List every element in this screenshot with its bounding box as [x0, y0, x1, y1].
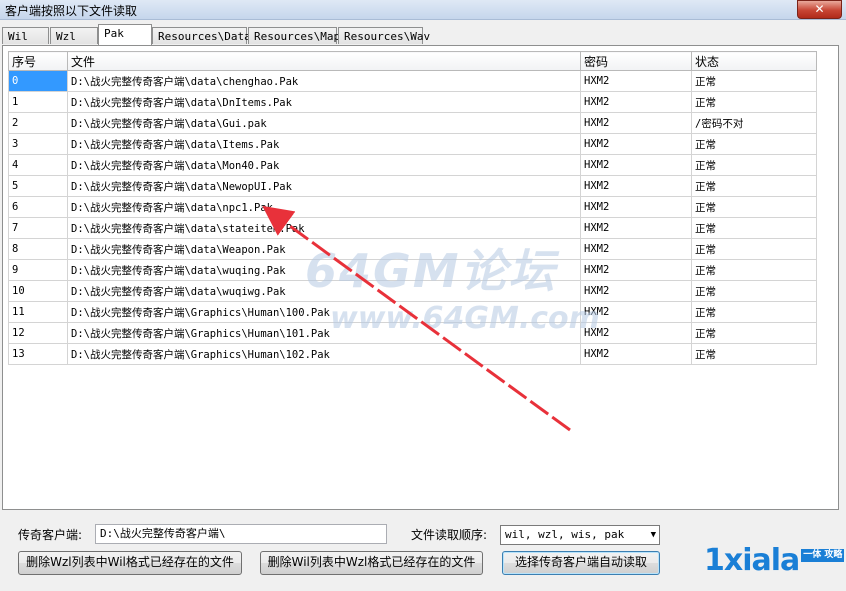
cell-index[interactable]: 9 — [8, 259, 68, 281]
table-row[interactable]: 12 D:\战火完整传奇客户端\Graphics\Human\101.Pak HXM… — [8, 322, 817, 344]
client-path-input[interactable]: D:\战火完整传奇客户端\ — [95, 524, 387, 544]
cell-password[interactable]: HXM2 — [580, 217, 692, 239]
cell-password[interactable]: HXM2 — [580, 196, 692, 218]
table-row[interactable]: 10 D:\战火完整传奇客户端\data\wuqiwg.Pak HXM2 正常 — [8, 280, 817, 302]
cell-status[interactable]: 正常 — [691, 322, 817, 344]
cell-password[interactable]: HXM2 — [580, 343, 692, 365]
cell-status[interactable]: 正常 — [691, 217, 817, 239]
cell-index[interactable]: 13 — [8, 343, 68, 365]
cell-file[interactable]: D:\战火完整传奇客户端\Graphics\Human\100.Pak — [67, 301, 581, 323]
cell-status[interactable]: 正常 — [691, 70, 817, 92]
table-row[interactable]: 1 D:\战火完整传奇客户端\data\DnItems.Pak HXM2 正常 — [8, 91, 817, 113]
cell-password[interactable]: HXM2 — [580, 322, 692, 344]
tab-resources-wav[interactable]: Resources\Wav — [338, 27, 430, 44]
cell-index[interactable]: 6 — [8, 196, 68, 218]
grid-header-row: 序号 文件 密码 状态 — [8, 51, 817, 71]
tab-resources-data[interactable]: Resources\Data — [152, 27, 251, 44]
cell-password[interactable]: HXM2 — [580, 238, 692, 260]
cell-index[interactable]: 10 — [8, 280, 68, 302]
tab-pak[interactable]: Pak — [98, 24, 152, 45]
cell-file[interactable]: D:\战火完整传奇客户端\data\wuqiwg.Pak — [67, 280, 581, 302]
cell-status[interactable]: 正常 — [691, 259, 817, 281]
cell-file[interactable]: D:\战火完整传奇客户端\Graphics\Human\102.Pak — [67, 343, 581, 365]
cell-status[interactable]: 正常 — [691, 133, 817, 155]
cell-status[interactable]: /密码不对 — [691, 112, 817, 134]
auto-read-client-button[interactable]: 选择传奇客户端自动读取 — [502, 551, 660, 575]
cell-index[interactable]: 4 — [8, 154, 68, 176]
title-bar: 客户端按照以下文件读取 ✕ — [0, 0, 846, 20]
cell-password[interactable]: HXM2 — [580, 280, 692, 302]
table-row[interactable]: 3 D:\战火完整传奇客户端\data\Items.Pak HXM2 正常 — [8, 133, 817, 155]
table-row[interactable]: 8 D:\战火完整传奇客户端\data\Weapon.Pak HXM2 正常 — [8, 238, 817, 260]
table-row[interactable]: 7 D:\战火完整传奇客户端\data\stateitem.Pak HXM2 正常 — [8, 217, 817, 239]
cell-file[interactable]: D:\战火完整传奇客户端\data\Items.Pak — [67, 133, 581, 155]
read-order-label: 文件读取顺序: — [411, 528, 488, 542]
logo-tag: 一体 攻略 — [801, 549, 845, 562]
site-logo: 1xiala 一体 攻略 — [704, 543, 845, 578]
cell-status[interactable]: 正常 — [691, 280, 817, 302]
table-row[interactable]: 4 D:\战火完整传奇客户端\data\Mon40.Pak HXM2 正常 — [8, 154, 817, 176]
cell-index[interactable]: 5 — [8, 175, 68, 197]
cell-index[interactable]: 0 — [8, 70, 68, 92]
logo-text: 1xiala — [704, 543, 800, 578]
tab-wzl[interactable]: Wzl — [50, 27, 98, 44]
client-label: 传奇客户端: — [18, 528, 83, 542]
cell-file[interactable]: D:\战火完整传奇客户端\data\Gui.pak — [67, 112, 581, 134]
cell-file[interactable]: D:\战火完整传奇客户端\data\Weapon.Pak — [67, 238, 581, 260]
read-order-select[interactable]: wil, wzl, wis, pak ▼ — [500, 525, 660, 545]
cell-file[interactable]: D:\战火完整传奇客户端\data\npc1.Pak — [67, 196, 581, 218]
table-row[interactable]: 0 D:\战火完整传奇客户端\data\chenghao.Pak HXM2 正常 — [8, 70, 817, 92]
table-row[interactable]: 6 D:\战火完整传奇客户端\data\npc1.Pak HXM2 正常 — [8, 196, 817, 218]
file-list-grid[interactable]: 序号 文件 密码 状态 0 D:\战火完整传奇客户端\data\chenghao.… — [8, 51, 817, 366]
cell-file[interactable]: D:\战火完整传奇客户端\data\wuqing.Pak — [67, 259, 581, 281]
cell-password[interactable]: HXM2 — [580, 175, 692, 197]
cell-password[interactable]: HXM2 — [580, 133, 692, 155]
chevron-down-icon[interactable]: ▼ — [651, 526, 656, 544]
cell-status[interactable]: 正常 — [691, 238, 817, 260]
cell-file[interactable]: D:\战火完整传奇客户端\data\chenghao.Pak — [67, 70, 581, 92]
cell-index[interactable]: 2 — [8, 112, 68, 134]
cell-password[interactable]: HXM2 — [580, 91, 692, 113]
column-header-file[interactable]: 文件 — [67, 51, 581, 71]
cell-index[interactable]: 8 — [8, 238, 68, 260]
cell-status[interactable]: 正常 — [691, 343, 817, 365]
delete-wzl-duplicates-button[interactable]: 删除Wzl列表中Wil格式已经存在的文件 — [18, 551, 242, 575]
delete-wil-duplicates-button[interactable]: 删除Wil列表中Wzl格式已经存在的文件 — [260, 551, 483, 575]
cell-index[interactable]: 7 — [8, 217, 68, 239]
close-button[interactable]: ✕ — [797, 0, 842, 19]
tab-wil[interactable]: Wil — [2, 27, 49, 44]
table-row[interactable]: 9 D:\战火完整传奇客户端\data\wuqing.Pak HXM2 正常 — [8, 259, 817, 281]
cell-index[interactable]: 3 — [8, 133, 68, 155]
table-row[interactable]: 5 D:\战火完整传奇客户端\data\NewopUI.Pak HXM2 正常 — [8, 175, 817, 197]
table-row[interactable]: 11 D:\战火完整传奇客户端\Graphics\Human\100.Pak HXM… — [8, 301, 817, 323]
cell-status[interactable]: 正常 — [691, 175, 817, 197]
cell-file[interactable]: D:\战火完整传奇客户端\data\Mon40.Pak — [67, 154, 581, 176]
cell-password[interactable]: HXM2 — [580, 70, 692, 92]
column-header-index[interactable]: 序号 — [8, 51, 68, 71]
cell-password[interactable]: HXM2 — [580, 301, 692, 323]
cell-file[interactable]: D:\战火完整传奇客户端\data\NewopUI.Pak — [67, 175, 581, 197]
cell-password[interactable]: HXM2 — [580, 154, 692, 176]
read-order-value: wil, wzl, wis, pak — [505, 528, 625, 541]
table-row[interactable]: 2 D:\战火完整传奇客户端\data\Gui.pak HXM2/密码不对 — [8, 112, 817, 134]
tab-resources-map[interactable]: Resources\Map — [248, 27, 340, 44]
cell-index[interactable]: 11 — [8, 301, 68, 323]
cell-password[interactable]: HXM2 — [580, 259, 692, 281]
cell-status[interactable]: 正常 — [691, 91, 817, 113]
window-title: 客户端按照以下文件读取 — [5, 4, 138, 18]
cell-index[interactable]: 1 — [8, 91, 68, 113]
column-header-password[interactable]: 密码 — [580, 51, 692, 71]
cell-file[interactable]: D:\战火完整传奇客户端\Graphics\Human\101.Pak — [67, 322, 581, 344]
cell-index[interactable]: 12 — [8, 322, 68, 344]
table-row[interactable]: 13 D:\战火完整传奇客户端\Graphics\Human\102.Pak HXM… — [8, 343, 817, 365]
column-header-status[interactable]: 状态 — [691, 51, 817, 71]
cell-file[interactable]: D:\战火完整传奇客户端\data\DnItems.Pak — [67, 91, 581, 113]
cell-password[interactable]: HXM2 — [580, 112, 692, 134]
cell-status[interactable]: 正常 — [691, 196, 817, 218]
cell-file[interactable]: D:\战火完整传奇客户端\data\stateitem.Pak — [67, 217, 581, 239]
cell-status[interactable]: 正常 — [691, 301, 817, 323]
cell-status[interactable]: 正常 — [691, 154, 817, 176]
